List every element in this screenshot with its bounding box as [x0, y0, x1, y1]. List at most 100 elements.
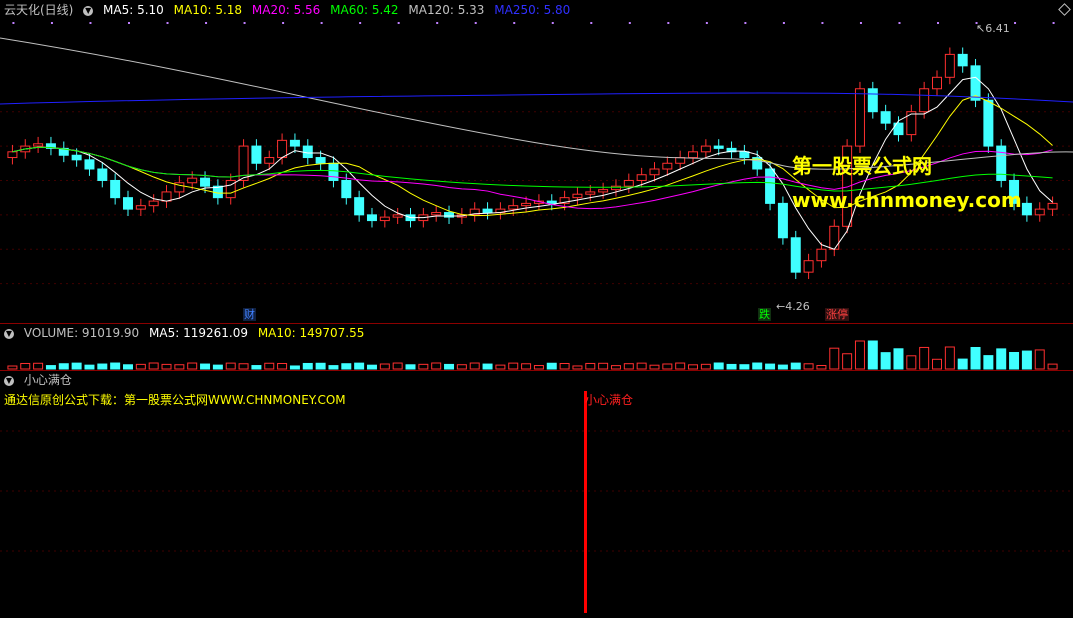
- volume-bar: [354, 362, 365, 370]
- volume-bar: [20, 362, 31, 370]
- candle-body: [33, 143, 44, 147]
- signal-dot: [551, 22, 554, 24]
- low-price-label: ←4.26: [776, 300, 810, 313]
- candle-body: [148, 200, 159, 207]
- candle-body: [264, 157, 275, 164]
- volume-bar: [765, 363, 776, 370]
- indicator-header: ▼ 小心满仓: [4, 373, 78, 387]
- signal-bar: [584, 391, 587, 613]
- volume-bar: [700, 363, 711, 370]
- signal-dot: [474, 22, 477, 24]
- candle-body: [970, 65, 981, 101]
- ma60-label: MA60: 5.42: [330, 3, 399, 17]
- volume-bar: [495, 364, 506, 370]
- settings-icon[interactable]: ▼: [4, 375, 14, 386]
- candle-body: [508, 205, 519, 210]
- indicator-note: 通达信原创公式下载：第一股票公式网WWW.CHNMONEY.COM: [4, 393, 346, 407]
- signal-dot: [782, 22, 785, 24]
- volume-bar: [752, 362, 763, 370]
- volume-bar: [675, 362, 686, 370]
- volume-bar: [649, 364, 660, 370]
- volume-bar: [880, 352, 891, 370]
- volume-bar: [341, 363, 352, 370]
- signal-dot: [628, 22, 631, 24]
- candle-body: [302, 145, 313, 159]
- signal-dot: [359, 22, 362, 24]
- candle-body: [71, 154, 82, 161]
- high-price-value: 6.41: [985, 22, 1010, 35]
- volume-bar: [636, 362, 647, 370]
- candle-body: [829, 225, 840, 250]
- volume-bar: [508, 362, 519, 370]
- signal-dot: [1052, 22, 1055, 24]
- volume-panel: ▼ VOLUME: 91019.90 MA5: 119261.09 MA10: …: [0, 323, 1073, 371]
- signal-dot: [205, 22, 208, 24]
- volume-bar: [174, 364, 185, 370]
- candle-body: [867, 88, 878, 113]
- candle-body: [739, 151, 750, 159]
- volume-bar: [521, 363, 532, 370]
- volume-bar: [623, 363, 634, 370]
- volume-bar: [598, 362, 609, 370]
- candle-body: [521, 202, 532, 207]
- settings-icon[interactable]: ▼: [4, 328, 14, 339]
- volume-bar: [996, 348, 1007, 370]
- signal-dot: [12, 22, 15, 24]
- volume-bar: [662, 363, 673, 370]
- volume-bar: [983, 355, 994, 370]
- volume-ma10: MA10: 149707.55: [257, 326, 365, 340]
- volume-bar: [97, 363, 108, 370]
- candle-body: [1047, 202, 1058, 210]
- candle-body: [97, 168, 108, 181]
- volume-bar: [803, 363, 814, 370]
- signal-dot: [859, 22, 862, 24]
- volume-bar: [264, 362, 275, 370]
- candle-body: [110, 179, 121, 199]
- volume-bar: [482, 363, 493, 370]
- stock-title: 云天化(日线): [4, 3, 74, 17]
- candle-body: [700, 145, 711, 153]
- tag-die[interactable]: 跌: [758, 308, 771, 321]
- volume-bar: [302, 362, 313, 370]
- ma250-line: [0, 92, 1073, 105]
- candle-body: [572, 193, 583, 199]
- volume-bar: [328, 365, 339, 370]
- candle-body: [854, 88, 865, 147]
- candle-body: [187, 177, 198, 184]
- low-price-value: 4.26: [785, 300, 810, 313]
- candle-body: [765, 168, 776, 204]
- tag-cai[interactable]: 财: [243, 308, 256, 321]
- volume-bar: [726, 363, 737, 370]
- volume-bar: [405, 364, 416, 370]
- volume-bar: [790, 362, 801, 370]
- signal-dot: [243, 22, 246, 24]
- candle-body: [944, 53, 955, 78]
- volume-bar: [919, 346, 930, 370]
- signal-dot: [705, 22, 708, 24]
- signal-dot: [436, 22, 439, 24]
- tag-zhang[interactable]: 涨停: [825, 308, 849, 321]
- signal-dot: [397, 22, 400, 24]
- candle-body: [623, 179, 634, 187]
- volume-bar: [110, 362, 121, 370]
- candle-body: [790, 237, 801, 273]
- candle-body: [341, 179, 352, 199]
- watermark-url: www.chnmoney.com: [792, 188, 1022, 212]
- settings-icon[interactable]: ▼: [83, 5, 94, 16]
- candle-body: [662, 162, 673, 170]
- volume-bar: [238, 363, 249, 370]
- candle-body: [803, 260, 814, 273]
- volume-bar: [366, 364, 377, 370]
- volume-bar: [829, 347, 840, 370]
- volume-bar: [1047, 363, 1058, 370]
- candle-body: [816, 248, 827, 262]
- candle-body: [688, 151, 699, 159]
- volume-bar: [277, 362, 288, 370]
- volume-bar: [713, 362, 724, 370]
- volume-bar: [212, 364, 223, 370]
- indicator-chart: [0, 391, 1073, 613]
- ma10-label: MA10: 5.18: [173, 3, 243, 17]
- candle-body: [932, 76, 943, 90]
- candle-body: [482, 208, 493, 214]
- candle-body: [289, 139, 300, 147]
